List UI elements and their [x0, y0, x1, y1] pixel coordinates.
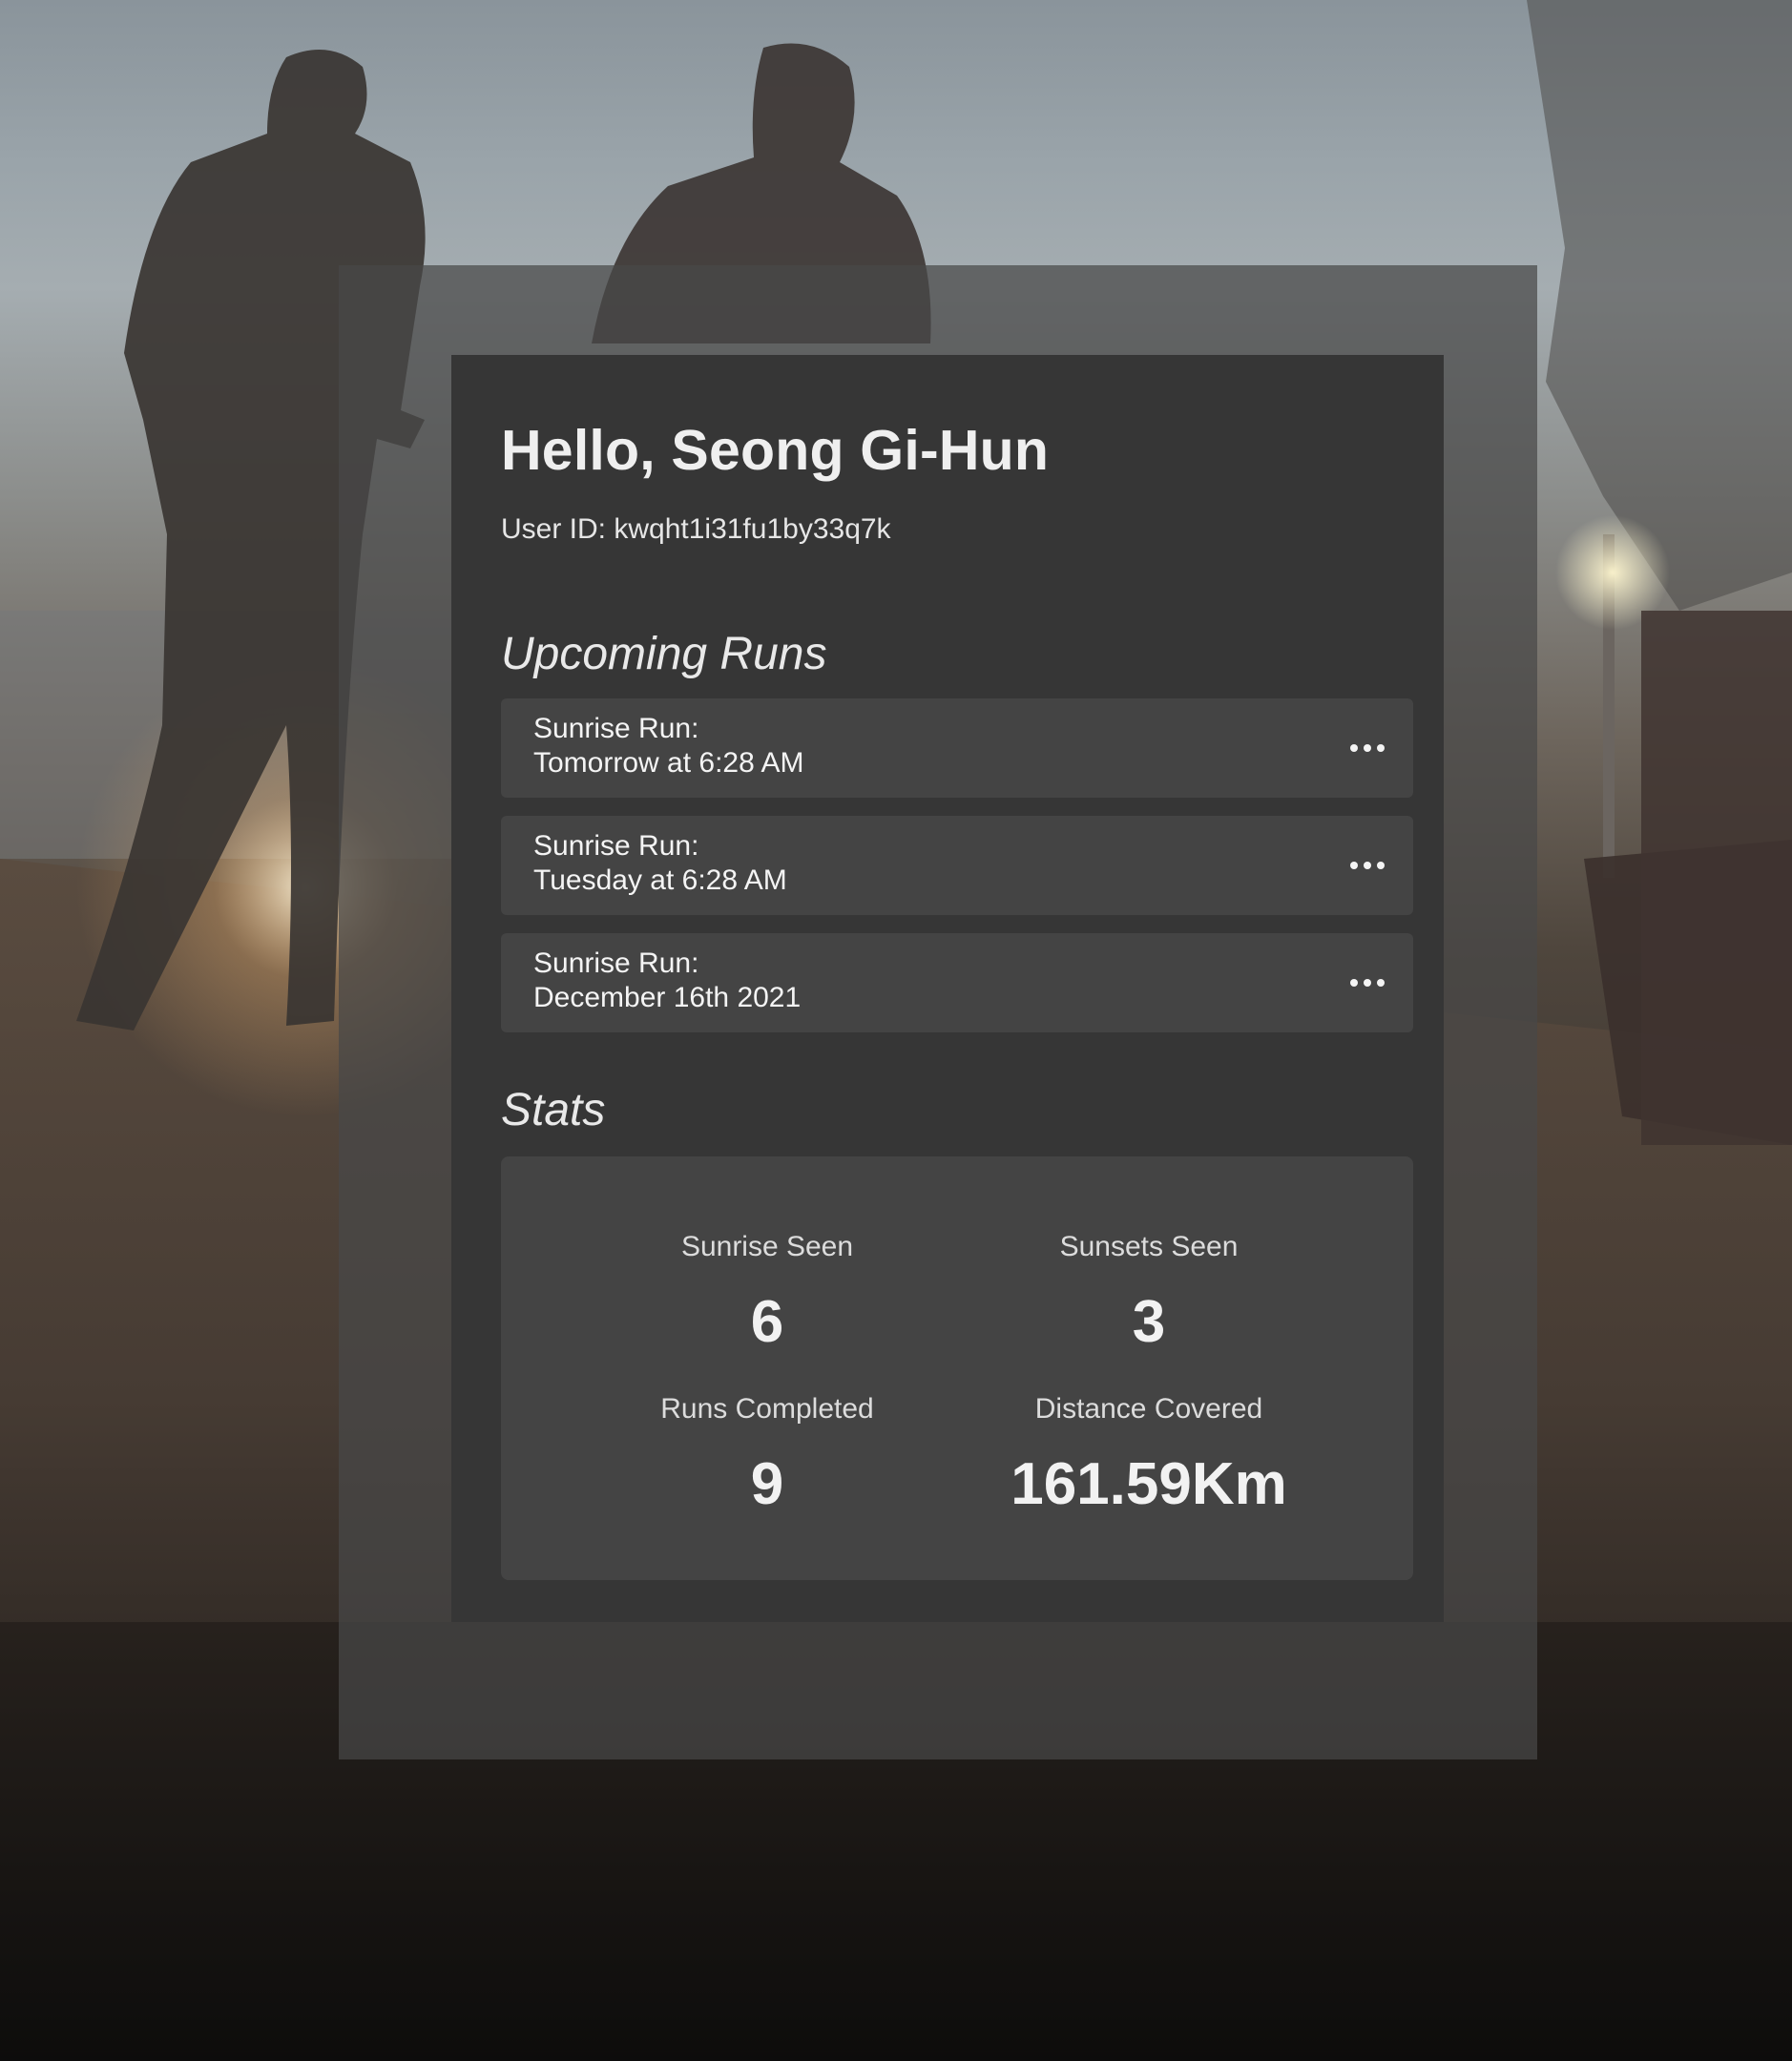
- run-name: Sunrise Run:: [533, 947, 699, 979]
- user-id-label: User ID: kwqht1i31fu1by33q7k: [501, 513, 891, 545]
- run-item[interactable]: Sunrise Run: Tuesday at 6:28 AM: [501, 816, 1413, 915]
- stat-label: Sunsets Seen: [1059, 1231, 1239, 1262]
- stat-value: 9: [750, 1451, 784, 1517]
- run-time: December 16th 2021: [533, 982, 802, 1013]
- stat-distance-covered: Distance Covered 161.59Km: [958, 1393, 1340, 1518]
- run-time: Tuesday at 6:28 AM: [533, 864, 787, 896]
- more-horizontal-icon[interactable]: [1350, 969, 1385, 996]
- stat-value: 161.59Km: [1011, 1451, 1287, 1517]
- stat-label: Sunrise Seen: [680, 1231, 854, 1262]
- run-name: Sunrise Run:: [533, 713, 699, 744]
- stat-sunrise-seen: Sunrise Seen 6: [576, 1231, 958, 1356]
- greeting-heading: Hello, Seong Gi-Hun: [501, 419, 1050, 482]
- run-item[interactable]: Sunrise Run: Tomorrow at 6:28 AM: [501, 698, 1413, 798]
- stat-runs-completed: Runs Completed 9: [576, 1393, 958, 1518]
- stats-title: Stats: [501, 1085, 606, 1135]
- run-name: Sunrise Run:: [533, 830, 699, 862]
- stat-value: 6: [750, 1289, 784, 1355]
- stat-sunsets-seen: Sunsets Seen 3: [958, 1231, 1340, 1356]
- stat-label: Runs Completed: [660, 1393, 874, 1425]
- more-horizontal-icon[interactable]: [1350, 852, 1385, 879]
- dashboard-card: Hello, Seong Gi-Hun User ID: kwqht1i31fu…: [451, 355, 1444, 1622]
- run-item[interactable]: Sunrise Run: December 16th 2021: [501, 933, 1413, 1032]
- stat-label: Distance Covered: [1034, 1393, 1263, 1425]
- stats-panel: Sunrise Seen 6 Sunsets Seen 3 Runs Compl…: [501, 1156, 1413, 1580]
- upcoming-runs-list: Sunrise Run: Tomorrow at 6:28 AM Sunrise…: [501, 698, 1413, 1051]
- upcoming-runs-title: Upcoming Runs: [501, 629, 827, 679]
- more-horizontal-icon[interactable]: [1350, 735, 1385, 761]
- run-time: Tomorrow at 6:28 AM: [533, 747, 804, 779]
- stat-value: 3: [1132, 1289, 1166, 1355]
